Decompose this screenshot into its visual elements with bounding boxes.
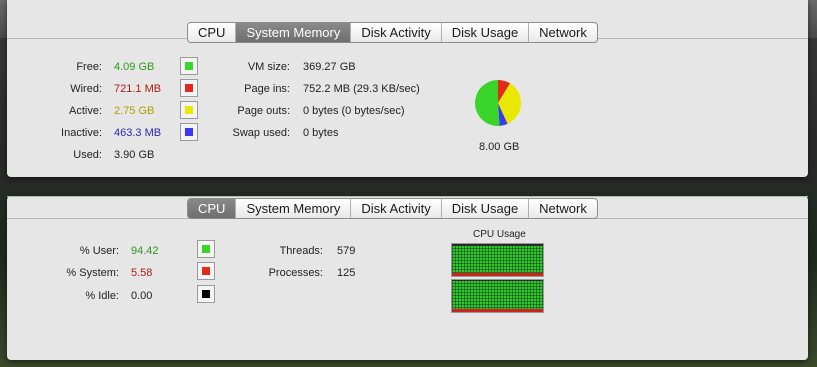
inactive-color-chip — [185, 128, 193, 136]
vm-size-label: VM size: — [247, 61, 290, 73]
cpu-core-1-system-fill — [452, 273, 543, 276]
total-memory-value: 8.00 GB — [479, 141, 520, 153]
free-value: 4.09 GB — [114, 61, 155, 73]
processes-label: Processes: — [268, 267, 323, 279]
tab-disk-usage[interactable]: Disk Usage — [440, 23, 528, 42]
cpu-usage-title: CPU Usage — [473, 229, 526, 240]
page-ins-label: Page ins: — [244, 83, 290, 95]
inactive-color-swatch[interactable] — [180, 123, 198, 141]
system-value: 5.58 — [131, 267, 153, 279]
user-color-swatch[interactable] — [197, 240, 215, 258]
wired-label: Wired: — [70, 83, 102, 95]
inactive-label: Inactive: — [61, 127, 102, 139]
cpu-core-2-system-fill — [452, 309, 543, 312]
page-outs-value: 0 bytes (0 bytes/sec) — [303, 105, 405, 117]
processes-value: 125 — [337, 267, 356, 279]
cpu-core-2-user-fill — [452, 280, 543, 312]
system-color-chip — [202, 267, 210, 275]
threads-label: Threads: — [279, 245, 323, 257]
tab-system-memory[interactable]: System Memory — [235, 23, 351, 42]
wired-value: 721.1 MB — [114, 83, 162, 95]
active-label: Active: — [68, 105, 102, 117]
free-label: Free: — [76, 61, 102, 73]
system-color-swatch[interactable] — [197, 262, 215, 280]
tab-disk-usage[interactable]: Disk Usage — [440, 199, 528, 218]
wired-color-swatch[interactable] — [180, 79, 198, 97]
page-outs-label: Page outs: — [237, 105, 290, 117]
idle-color-swatch[interactable] — [197, 285, 215, 303]
cpu-core-1-graph — [451, 243, 544, 277]
panel-top-edge — [7, 196, 808, 197]
idle-value: 0.00 — [131, 290, 153, 302]
tab-system-memory[interactable]: System Memory — [235, 199, 350, 218]
used-value: 3.90 GB — [114, 149, 155, 161]
idle-label: % Idle: — [85, 290, 119, 302]
user-label: % User: — [79, 245, 119, 257]
swap-used-label: Swap used: — [232, 127, 290, 139]
wired-color-chip — [185, 84, 193, 92]
system-label: % System: — [66, 267, 119, 279]
system-memory-panel: CPU System Memory Disk Activity Disk Usa… — [7, 0, 808, 177]
tab-cpu[interactable]: CPU — [188, 23, 235, 42]
free-color-chip — [185, 62, 193, 70]
memory-tab-bar: CPU System Memory Disk Activity Disk Usa… — [187, 22, 598, 43]
user-value: 94.42 — [131, 245, 159, 257]
active-color-swatch[interactable] — [180, 101, 198, 119]
free-color-swatch[interactable] — [180, 57, 198, 75]
tab-disk-activity[interactable]: Disk Activity — [350, 23, 440, 42]
tab-cpu[interactable]: CPU — [188, 199, 236, 218]
idle-color-chip — [202, 290, 210, 298]
active-value: 2.75 GB — [114, 105, 155, 117]
used-label: Used: — [73, 149, 102, 161]
tab-network[interactable]: Network — [528, 23, 597, 42]
threads-value: 579 — [337, 245, 356, 257]
pie-slice-free — [475, 80, 500, 126]
tab-network[interactable]: Network — [528, 199, 597, 218]
memory-pie-chart — [475, 80, 521, 126]
cpu-panel: CPU System Memory Disk Activity Disk Usa… — [7, 196, 808, 360]
tab-disk-activity[interactable]: Disk Activity — [350, 199, 440, 218]
inactive-value: 463.3 MB — [114, 127, 162, 139]
user-color-chip — [202, 245, 210, 253]
cpu-tab-bar: CPU System Memory Disk Activity Disk Usa… — [187, 198, 598, 219]
cpu-core-1-user-fill — [452, 245, 543, 276]
active-color-chip — [185, 106, 193, 114]
page-ins-value: 752.2 MB (29.3 KB/sec) — [303, 83, 420, 95]
swap-used-value: 0 bytes — [303, 127, 339, 139]
cpu-core-2-graph — [451, 279, 544, 313]
vm-size-value: 369.27 GB — [303, 61, 356, 73]
